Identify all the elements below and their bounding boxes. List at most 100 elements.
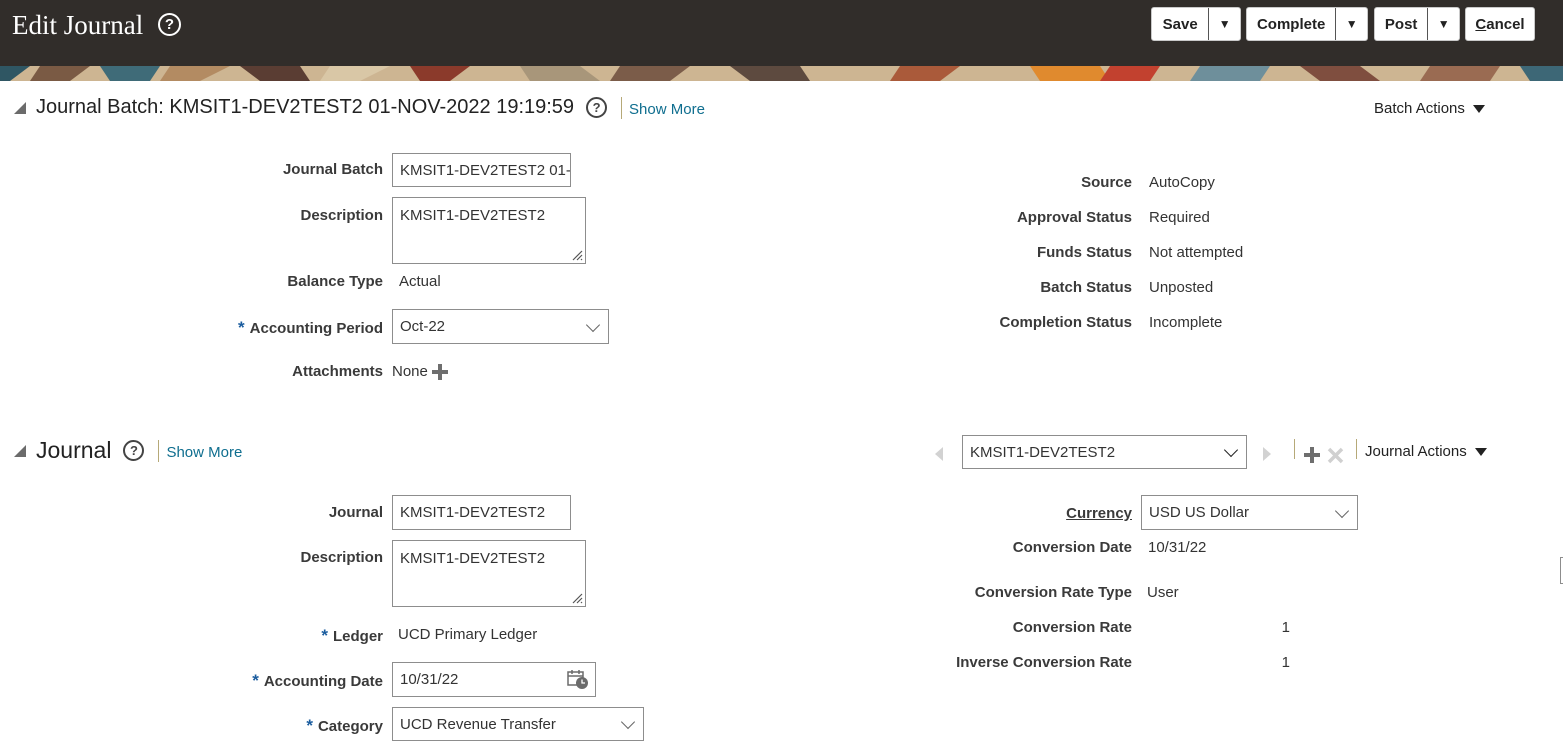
chevron-down-icon xyxy=(585,317,601,332)
cancel-access-key: C xyxy=(1475,15,1487,33)
conversion-date-label: Conversion Date xyxy=(1012,539,1132,556)
batch-description-text: KMSIT1-DEV2TEST2 xyxy=(400,207,546,224)
resize-handle-icon[interactable] xyxy=(571,592,583,604)
currency-value: USD US Dollar xyxy=(1149,504,1250,521)
approval-status-label: Approval Status xyxy=(1016,209,1132,226)
page-title: Edit Journal xyxy=(12,10,144,40)
accounting-date-value: 10/31/22 xyxy=(400,671,459,688)
accounting-date-input[interactable]: 10/31/22 xyxy=(392,662,596,697)
complete-split-button: Complete ▼ xyxy=(1246,7,1368,41)
journal-batch-input[interactable]: KMSIT1-DEV2TEST2 01- xyxy=(392,153,571,187)
help-icon[interactable]: ? xyxy=(586,97,608,118)
batch-section-title: Journal Batch: KMSIT1-DEV2TEST2 01-NOV-2… xyxy=(36,96,575,118)
attachments-value: None xyxy=(392,363,428,380)
journal-show-more-link[interactable]: Show More xyxy=(166,444,242,461)
required-marker: * xyxy=(252,671,259,690)
divider xyxy=(158,439,160,462)
accounting-period-label: * Accounting Period xyxy=(238,318,383,338)
post-button[interactable]: Post xyxy=(1375,8,1427,40)
next-journal-icon[interactable] xyxy=(1261,446,1273,462)
attachments-label: Attachments xyxy=(292,363,383,380)
dropdown-arrow-icon xyxy=(1474,447,1487,456)
banner-pattern-image xyxy=(0,66,1563,81)
journal-actions-menu[interactable]: Journal Actions xyxy=(1365,443,1487,460)
batch-show-more-link[interactable]: Show More xyxy=(629,101,705,118)
inverse-conversion-rate-label: Inverse Conversion Rate xyxy=(956,654,1132,671)
batch-status-value: Unposted xyxy=(1149,279,1214,296)
calendar-icon[interactable] xyxy=(567,669,589,690)
chevron-down-icon xyxy=(620,714,636,730)
cancel-label-rest: ancel xyxy=(1486,15,1525,33)
cancel-button[interactable]: Cancel xyxy=(1465,7,1535,41)
category-label: * Category xyxy=(306,716,383,736)
save-menu-dropdown-icon[interactable]: ▼ xyxy=(1208,8,1240,40)
complete-menu-dropdown-icon[interactable]: ▼ xyxy=(1335,8,1367,40)
journal-actions-label: Journal Actions xyxy=(1365,443,1467,460)
required-marker: * xyxy=(238,318,245,337)
accounting-period-select[interactable]: Oct-22 xyxy=(392,309,609,344)
post-menu-dropdown-icon[interactable]: ▼ xyxy=(1427,8,1459,40)
resize-handle-icon[interactable] xyxy=(571,249,583,261)
chevron-down-icon xyxy=(1223,442,1239,458)
currency-select[interactable]: USD US Dollar xyxy=(1141,495,1358,530)
conversion-rate-value: 1 xyxy=(1281,619,1290,636)
conversion-rate-label: Conversion Rate xyxy=(1012,619,1132,636)
divider xyxy=(621,96,623,119)
journal-name-label: Journal xyxy=(328,504,383,521)
journal-name-input[interactable]: KMSIT1-DEV2TEST2 xyxy=(392,495,571,530)
page-header: Edit Journal ? Save ▼ Complete ▼ Post ▼ … xyxy=(0,0,1563,66)
conversion-date-value: 10/31/22 xyxy=(1148,539,1207,556)
approval-status-value: Required xyxy=(1149,209,1210,226)
category-value: UCD Revenue Transfer xyxy=(400,715,556,733)
ledger-label-text: Ledger xyxy=(332,628,383,645)
source-value: AutoCopy xyxy=(1149,174,1215,191)
journal-description-text: KMSIT1-DEV2TEST2 xyxy=(400,550,546,567)
previous-journal-icon[interactable] xyxy=(933,446,945,462)
journal-batch-label: Journal Batch xyxy=(282,161,383,178)
completion-status-label: Completion Status xyxy=(999,314,1132,331)
chevron-down-icon xyxy=(1334,503,1350,518)
batch-description-textarea[interactable]: KMSIT1-DEV2TEST2 xyxy=(392,197,586,264)
help-icon[interactable]: ? xyxy=(123,440,145,461)
conversion-rate-type-value: User xyxy=(1147,584,1179,601)
journal-selector-value: KMSIT1-DEV2TEST2 xyxy=(970,443,1116,461)
add-journal-icon[interactable] xyxy=(1302,445,1322,465)
journal-section-title: Journal xyxy=(36,437,112,463)
decorative-banner xyxy=(0,66,1563,81)
currency-label[interactable]: Currency xyxy=(1066,505,1132,522)
required-marker: * xyxy=(306,716,313,735)
save-split-button: Save ▼ xyxy=(1151,7,1241,41)
accounting-period-label-text: Accounting Period xyxy=(249,320,383,337)
funds-status-value: Not attempted xyxy=(1149,244,1244,261)
funds-status-label: Funds Status xyxy=(1036,244,1132,261)
required-marker: * xyxy=(321,626,328,645)
divider xyxy=(1356,439,1357,459)
add-attachment-icon[interactable] xyxy=(430,362,450,382)
completion-status-value: Incomplete xyxy=(1149,314,1223,331)
save-button[interactable]: Save xyxy=(1152,8,1208,40)
journal-selector-select[interactable]: KMSIT1-DEV2TEST2 xyxy=(962,435,1247,469)
balance-type-label: Balance Type xyxy=(287,273,383,290)
batch-status-label: Batch Status xyxy=(1040,279,1132,296)
category-label-text: Category xyxy=(317,718,383,735)
accounting-period-value: Oct-22 xyxy=(400,318,446,335)
journal-section-header: Journal ? Show More xyxy=(14,437,242,464)
category-select[interactable]: UCD Revenue Transfer xyxy=(392,707,644,741)
post-split-button: Post ▼ xyxy=(1374,7,1460,41)
batch-actions-menu[interactable]: Batch Actions xyxy=(1374,100,1485,117)
batch-description-label: Description xyxy=(300,207,383,224)
delete-journal-icon[interactable] xyxy=(1326,446,1345,465)
complete-button[interactable]: Complete xyxy=(1247,8,1335,40)
help-icon[interactable]: ? xyxy=(158,13,181,36)
collapse-triangle-icon[interactable] xyxy=(14,444,26,457)
source-label: Source xyxy=(1081,174,1132,191)
collapse-triangle-icon[interactable] xyxy=(14,101,26,114)
batch-section-header: Journal Batch: KMSIT1-DEV2TEST2 01-NOV-2… xyxy=(14,96,705,119)
divider xyxy=(1294,439,1295,459)
ledger-label: * Ledger xyxy=(321,626,383,646)
batch-actions-label: Batch Actions xyxy=(1374,100,1465,117)
journal-description-label: Description xyxy=(300,549,383,566)
journal-description-textarea[interactable]: KMSIT1-DEV2TEST2 xyxy=(392,540,586,607)
dropdown-arrow-icon xyxy=(1472,104,1485,113)
balance-type-value: Actual xyxy=(399,273,441,290)
